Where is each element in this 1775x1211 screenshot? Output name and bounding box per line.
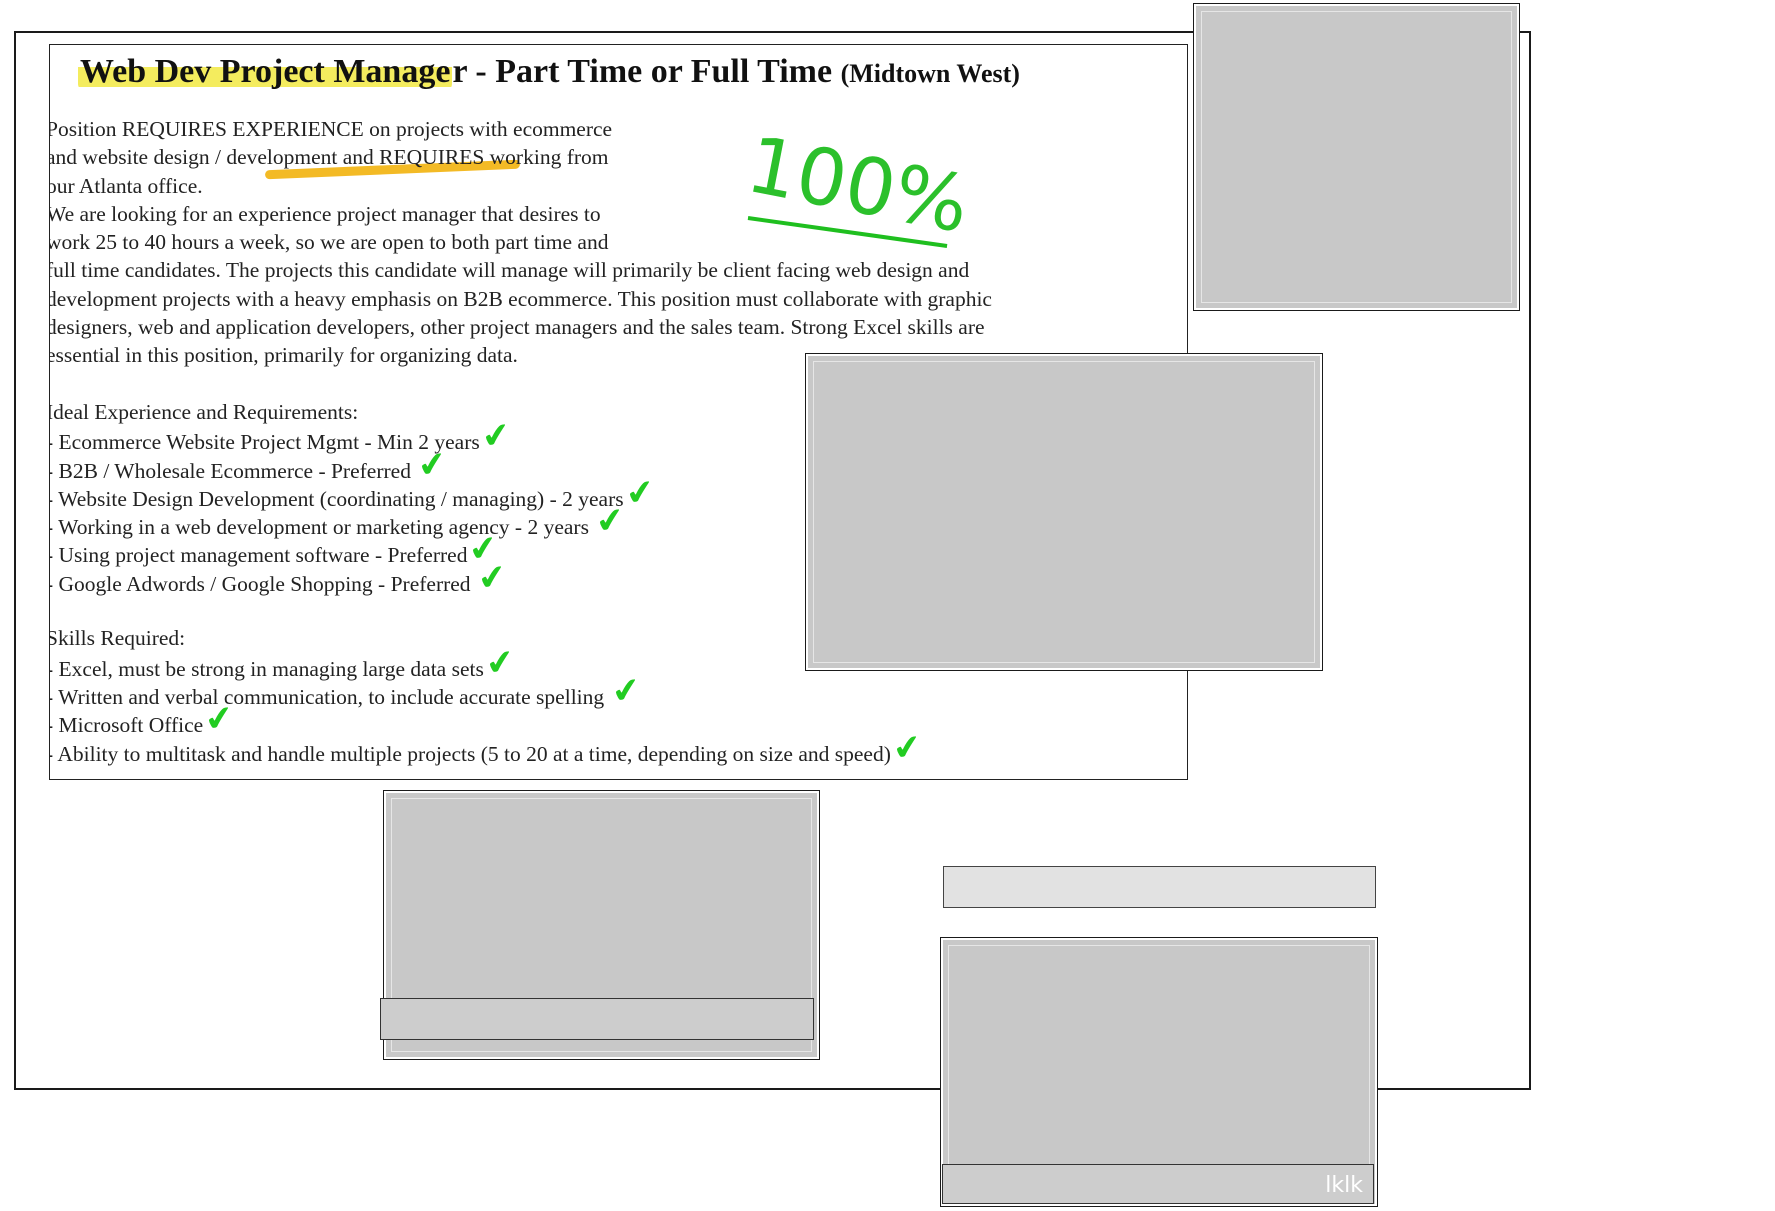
caption-bar-bottom-left[interactable] [380,998,814,1040]
title-highlight: Web Dev Project Manage [78,53,453,90]
caption-bar-bottom-right[interactable]: lklk [942,1164,1374,1204]
skills-item: - Ability to multitask and handle multip… [49,725,925,770]
caption-label: lklk [1325,1173,1363,1198]
description-line: Position REQUIRES EXPERIENCE on projects… [49,117,613,141]
checkmark-icon: ✔ [415,442,450,487]
title-rest: r - Part Time or Full Time [452,53,833,90]
text-input-bar[interactable] [943,866,1376,908]
checkmark-icon: ✔ [202,697,237,742]
description-line: and website design / development and REQ… [49,145,609,170]
description-line: full time candidates. The projects this … [49,258,970,283]
checkmark-icon: ✔ [622,471,657,515]
description-line: development projects with a heavy emphas… [49,286,992,311]
checkmark-icon: ✔ [483,640,518,685]
job-title: Web Dev Project Manager - Part Time or F… [78,53,1020,91]
skills-item: - Microsoft Office✔ [49,697,237,742]
description-line: We are looking for an experience project… [49,201,601,226]
description-line: work 25 to 40 hours a week, so we are op… [49,230,609,255]
checkmark-icon: ✔ [479,414,513,459]
image-placeholder-top-right[interactable] [1193,3,1520,311]
checkmark-icon: ✔ [475,555,510,600]
description-line: our Atlanta office. [49,173,203,198]
checkmark-icon: ✔ [593,499,628,543]
checkmark-icon: ✔ [890,725,925,770]
image-placeholder-middle[interactable] [805,353,1323,671]
checkmark-icon: ✔ [608,669,643,713]
title-location: (Midtown West) [840,59,1020,88]
description-line: designers, web and application developer… [49,315,985,340]
